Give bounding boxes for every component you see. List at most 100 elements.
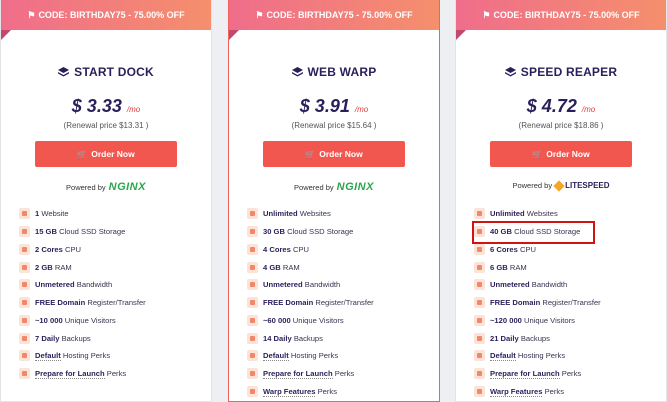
feature-value: Default <box>490 351 516 362</box>
feature-value: Default <box>263 351 289 362</box>
feature-label: Backups <box>291 333 323 343</box>
feature-text: 7 Daily Backups <box>35 334 91 343</box>
feature-text: ~60 000 Unique Visitors <box>263 316 344 325</box>
flag-icon: ⚑ <box>255 9 264 20</box>
powered-by-label: Powered by <box>512 181 553 190</box>
bandwidth-icon <box>19 279 30 291</box>
feature-item: Prepare for Launch Perks <box>247 365 433 383</box>
perks-icon <box>19 350 30 362</box>
promo-code-text: CODE: BIRTHDAY75 - 75.00% OFF <box>493 10 640 20</box>
powered-by-label: Powered by <box>66 182 106 192</box>
feature-text: FREE Domain Register/Transfer <box>263 298 374 307</box>
stack-icon <box>504 66 516 78</box>
price-period: /mo <box>354 105 369 114</box>
feature-item: 2 GB RAM <box>19 258 205 276</box>
cpu-icon <box>474 243 485 255</box>
feature-item: Default Hosting Perks <box>474 347 660 365</box>
visitors-icon <box>247 314 258 326</box>
ram-icon <box>19 261 30 273</box>
feature-label: Register/Transfer <box>540 298 601 308</box>
plan-price: $ 3.91 /mo <box>229 96 439 117</box>
promo-banner: ⚑ CODE: BIRTHDAY75 - 75.00% OFF <box>229 0 439 40</box>
feature-item: FREE Domain Register/Transfer <box>247 294 433 312</box>
ram-icon <box>474 261 485 273</box>
promo-code-text: CODE: BIRTHDAY75 - 75.00% OFF <box>38 10 185 20</box>
cart-icon: 🛒 <box>77 149 88 159</box>
feature-text: Unmetered Bandwidth <box>490 280 567 289</box>
feature-list: Unlimited Websites 30 GB Cloud SSD Storag… <box>247 205 433 400</box>
feature-text: Default Hosting Perks <box>263 351 339 362</box>
nginx-logo: NGINX <box>336 181 374 193</box>
visitors-icon <box>19 314 30 326</box>
feature-label: Unique Visitors <box>290 315 344 325</box>
powered-by: Powered by NGINX <box>229 181 439 193</box>
feature-item: Default Hosting Perks <box>19 347 205 365</box>
feature-label: Perks <box>315 386 337 396</box>
plan-name: SPEED REAPER <box>520 65 618 79</box>
feature-item: Default Hosting Perks <box>247 347 433 365</box>
bandwidth-icon <box>247 279 258 291</box>
feature-value: 15 GB <box>35 227 57 237</box>
launch-icon <box>19 368 30 380</box>
plan-title: START DOCK <box>1 65 211 79</box>
ram-icon <box>247 261 258 273</box>
feature-value: Warp Features <box>490 386 543 397</box>
feature-text: 1 Website <box>35 209 69 218</box>
domain-icon <box>247 297 258 309</box>
feature-label: Hosting Perks <box>288 351 339 361</box>
feature-text: 4 GB RAM <box>263 263 300 272</box>
feature-item: Unmetered Bandwidth <box>474 276 660 294</box>
feature-label: Register/Transfer <box>313 298 374 308</box>
price-period: /mo <box>126 105 141 114</box>
feature-value: Prepare for Launch <box>35 369 105 380</box>
litespeed-text: LITESPEED <box>565 181 610 190</box>
order-label: Order Now <box>319 149 363 159</box>
feature-item: Unlimited Websites <box>247 205 433 223</box>
feature-item: 7 Daily Backups <box>19 329 205 347</box>
feature-label: Register/Transfer <box>85 298 146 308</box>
feature-value: 2 GB <box>35 262 53 272</box>
storage-icon <box>247 226 258 238</box>
highlight-box <box>472 221 595 244</box>
feature-value: 2 Cores <box>35 244 63 254</box>
feature-item: Unmetered Bandwidth <box>247 276 433 294</box>
feature-value: Unmetered <box>263 280 303 290</box>
bandwidth-icon <box>474 279 485 291</box>
feature-label: Perks <box>104 369 127 379</box>
order-now-button[interactable]: 🛒 Order Now <box>263 141 405 167</box>
feature-value: 4 GB <box>263 262 281 272</box>
feature-item: Prepare for Launch Perks <box>19 365 205 383</box>
feature-value: FREE Domain <box>263 298 314 308</box>
feature-text: FREE Domain Register/Transfer <box>35 298 146 307</box>
feature-label: RAM <box>280 262 300 272</box>
plan-name: START DOCK <box>74 65 154 79</box>
feature-value: 6 GB <box>490 262 508 272</box>
order-now-button[interactable]: 🛒 Order Now <box>35 141 177 167</box>
feature-value: ~60 000 <box>263 315 291 325</box>
cpu-icon <box>19 243 30 255</box>
feature-text: 2 Cores CPU <box>35 245 81 254</box>
plan-title: WEB WARP <box>229 65 439 79</box>
feature-item: 6 GB RAM <box>474 258 660 276</box>
feature-value: Prepare for Launch <box>263 369 333 380</box>
feature-value: Default <box>35 351 61 362</box>
promo-code-text: CODE: BIRTHDAY75 - 75.00% OFF <box>266 10 413 20</box>
feature-value: 21 Daily <box>490 333 519 343</box>
feature-label: Unique Visitors <box>521 315 575 325</box>
cpu-icon <box>247 243 258 255</box>
feature-label: Bandwidth <box>302 280 341 290</box>
feature-value: 14 Daily <box>263 333 292 343</box>
feature-item: 14 Daily Backups <box>247 329 433 347</box>
feature-value: 7 Daily <box>35 333 60 343</box>
pricing-card-1: ⚑ CODE: BIRTHDAY75 - 75.00% OFF START DOCK… <box>0 0 212 402</box>
warp-icon <box>474 385 485 397</box>
powered-by: Powered by NGINX <box>1 181 211 193</box>
globe-icon <box>474 208 485 220</box>
feature-item: 2 Cores CPU <box>19 241 205 259</box>
feature-item: 21 Daily Backups <box>474 329 660 347</box>
order-now-button[interactable]: 🛒 Order Now <box>490 141 632 167</box>
plan-price: $ 3.33 /mo <box>1 96 211 117</box>
feature-label: Website <box>39 209 69 219</box>
visitors-icon <box>474 314 485 326</box>
backup-icon <box>474 332 485 344</box>
